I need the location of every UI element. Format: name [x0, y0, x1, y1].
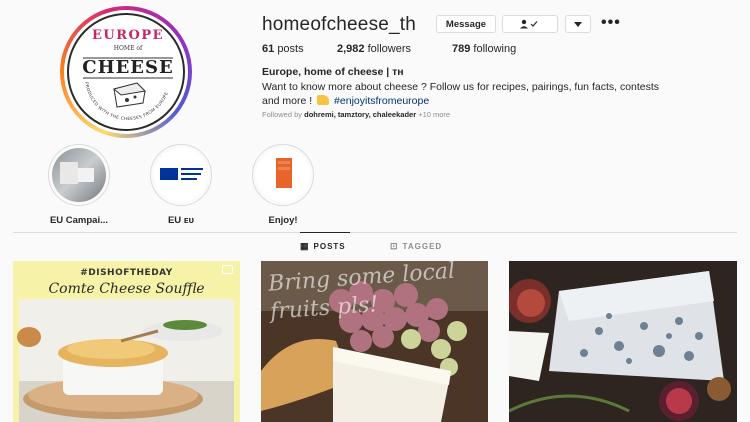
story-ring: EUROPE HOME of CHEESE PRODUCED WITH THE … — [60, 6, 192, 138]
tabs-divider — [13, 232, 737, 233]
tab-label: TAGGED — [402, 242, 443, 251]
post-title: Comte Cheese Souffle — [48, 281, 205, 297]
grid-icon: ▦ — [300, 241, 310, 251]
post-tile[interactable]: #DISHOFTHEDAY Comte Cheese Souffle — [13, 261, 240, 422]
logo-cheese-text: CHEESE — [82, 57, 174, 78]
eu-flag-icon — [160, 168, 178, 180]
post-tile[interactable] — [509, 261, 737, 422]
logo-europe-text: EUROPE — [92, 28, 164, 43]
profile-stats: 61 posts 2,982 followers 789 following — [262, 43, 516, 55]
highlight-eu[interactable]: EU ᴇᴜ — [141, 144, 221, 226]
highlight-label: Enjoy! — [268, 215, 298, 226]
profile-username: homeofcheese_th — [262, 14, 417, 35]
posts-grid: #DISHOFTHEDAY Comte Cheese Souffle Bring… — [13, 261, 737, 422]
bio-hashtag-link[interactable]: #enjoyitsfromeurope — [334, 95, 429, 107]
following-button[interactable] — [502, 15, 558, 33]
carousel-icon — [222, 265, 233, 274]
suggested-dropdown-button[interactable] — [565, 15, 591, 33]
posts-stat: 61 posts — [262, 43, 304, 55]
profile-avatar[interactable]: EUROPE HOME of CHEESE PRODUCED WITH THE … — [60, 6, 192, 138]
followed-by[interactable]: Followed by dohremi, tamztory, chaleekad… — [262, 110, 450, 119]
person-check-icon — [520, 19, 538, 29]
cheese-emoji-icon — [317, 95, 330, 105]
post-tile[interactable]: Bring some local fruits pls! — [261, 261, 488, 422]
message-button[interactable]: Message — [436, 15, 496, 33]
tab-posts[interactable]: ▦ POSTS — [300, 232, 390, 252]
story-highlights: EU Campai... EU ᴇᴜ Enjoy! — [0, 144, 750, 226]
tab-tagged[interactable]: ⊡ TAGGED — [390, 241, 442, 252]
chevron-down-icon — [574, 21, 582, 27]
highlight-thumbnail — [52, 148, 106, 202]
highlight-thumbnail — [154, 148, 208, 202]
profile-tabs: ▦ POSTS ⊡ TAGGED — [300, 232, 442, 252]
followers-stat[interactable]: 2,982 followers — [337, 43, 452, 55]
highlight-label: EU ᴇᴜ — [167, 215, 195, 226]
highlight-enjoy[interactable]: Enjoy! — [243, 144, 323, 226]
home-of-cheese-logo: EUROPE HOME of CHEESE PRODUCED WITH THE … — [67, 13, 185, 131]
bio-line-2: and more ! — [262, 95, 313, 107]
ellipsis-icon[interactable]: ••• — [601, 14, 621, 32]
logo-home-text: HOME of — [114, 45, 143, 52]
profile-header: EUROPE HOME of CHEESE PRODUCED WITH THE … — [0, 0, 750, 138]
highlight-thumbnail — [256, 148, 310, 202]
following-stat[interactable]: 789 following — [452, 43, 516, 55]
bio-line-1: Want to know more about cheese ? Follow … — [262, 81, 660, 93]
profile-full-name: Europe, home of cheese | ᴛʜ — [262, 66, 404, 78]
tab-label: POSTS — [313, 242, 346, 251]
blue-cheese-image — [509, 261, 737, 422]
profile-bio: Want to know more about cheese ? Follow … — [262, 80, 742, 108]
tag-icon: ⊡ — [390, 241, 399, 251]
post-hashtag: #DISHOFTHEDAY — [80, 268, 173, 278]
highlight-label: EU Campai... — [49, 215, 109, 226]
highlight-eu-campaign[interactable]: EU Campai... — [39, 144, 119, 226]
